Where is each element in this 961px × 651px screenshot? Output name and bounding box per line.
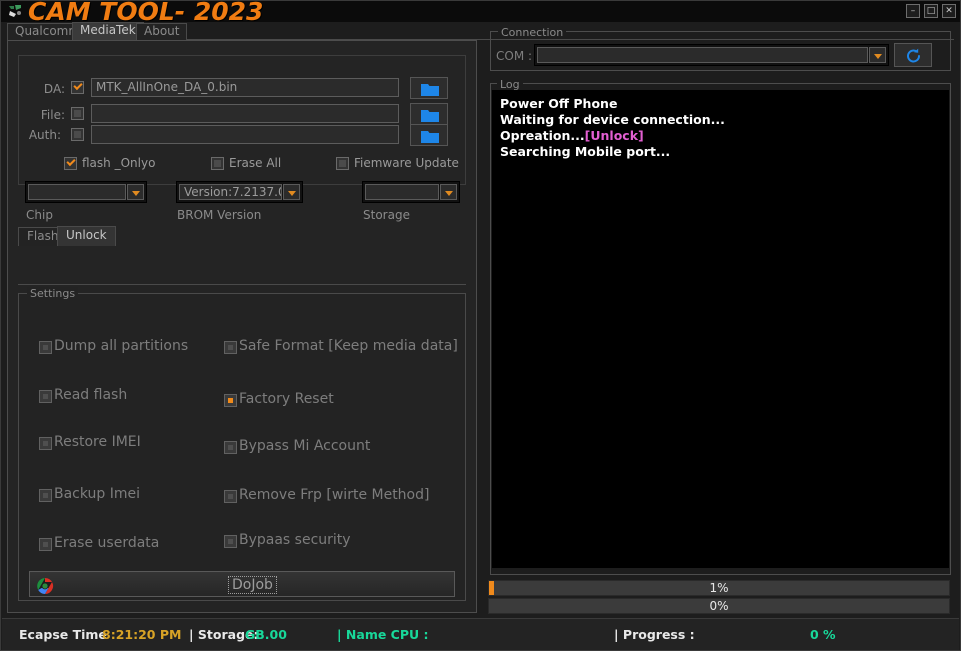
log-line-text: Power Off Phone — [500, 96, 617, 111]
folder-icon — [421, 83, 439, 96]
file-label: File: — [31, 108, 65, 122]
progress-bar-secondary: 0% — [488, 598, 950, 614]
log-line-highlight: [Unlock] — [585, 128, 644, 143]
log-line: Opreation...[Unlock] — [500, 128, 941, 144]
chip-label: Chip — [26, 208, 53, 222]
log-line: Power Off Phone — [500, 96, 941, 112]
erase-all-checkbox[interactable] — [211, 157, 224, 170]
file-path-input[interactable] — [91, 104, 399, 123]
connection-group-label: Connection — [498, 26, 566, 39]
status-bar: Ecapse Time 8:21:20 PM | Storage: GB.00 … — [2, 618, 959, 650]
erase-all-label: Erase All — [229, 156, 281, 170]
close-button[interactable]: ✕ — [942, 4, 956, 18]
left-panel: DA: MTK_AllInOne_DA_0.bin File: Auth: — [7, 40, 477, 613]
radio-remove-frp[interactable] — [224, 490, 237, 503]
option-label: Safe Format [Keep media data] — [239, 338, 458, 354]
option-label: Erase userdata — [54, 535, 159, 551]
refresh-ports-button[interactable] — [894, 43, 932, 67]
window-controls: – □ ✕ — [906, 4, 956, 18]
com-port-value — [537, 47, 868, 63]
dojob-button[interactable]: DoJob — [29, 571, 455, 597]
chevron-down-icon — [869, 47, 886, 63]
log-line-text: Waiting for device connection... — [500, 112, 725, 127]
folder-icon — [421, 130, 439, 143]
option-label: Factory Reset — [239, 391, 334, 407]
cpu-name-label: | Name CPU : — [337, 627, 429, 642]
progress-bar-primary-text: 1% — [489, 581, 949, 595]
option-label: Bypaas security — [239, 532, 351, 548]
radio-bypass-security[interactable] — [224, 535, 237, 548]
dojob-label: DoJob — [228, 576, 277, 594]
maximize-button[interactable]: □ — [924, 4, 938, 18]
chevron-down-icon — [283, 184, 300, 200]
log-line-text: Opreation... — [500, 128, 585, 143]
da-browse-button[interactable] — [410, 77, 448, 99]
auth-label: Auth: — [27, 128, 61, 142]
option-label: Remove Frp [wirte Method] — [239, 487, 429, 503]
elapsed-time-value: 8:21:20 PM — [102, 627, 181, 642]
option-label: Dump all partitions — [54, 338, 188, 354]
flash-only-checkbox[interactable] — [64, 157, 77, 170]
log-line: Searching Mobile port... — [500, 144, 941, 160]
storage-status-value: GB.00 — [245, 627, 287, 642]
progress-status-label: | Progress : — [614, 627, 695, 642]
auth-path-input[interactable] — [91, 125, 399, 144]
chrome-icon — [36, 577, 54, 595]
chevron-down-icon — [127, 184, 144, 200]
firmware-update-checkbox[interactable] — [336, 157, 349, 170]
log-line: Waiting for device connection... — [500, 112, 941, 128]
storage-select-value — [365, 184, 439, 200]
file-checkbox[interactable] — [71, 107, 84, 120]
inner-tab-underline — [18, 284, 466, 285]
tab-about[interactable]: About — [136, 23, 187, 40]
settings-group-label: Settings — [27, 287, 78, 300]
tab-mediatek[interactable]: MediaTek — [72, 22, 144, 40]
app-icon — [7, 3, 25, 20]
chip-select-value — [28, 184, 126, 200]
da-checkbox[interactable] — [71, 81, 84, 94]
storage-select[interactable] — [362, 181, 460, 203]
chevron-down-icon — [440, 184, 457, 200]
radio-restore-imei[interactable] — [39, 437, 52, 450]
radio-erase-userdata[interactable] — [39, 538, 52, 551]
tab-unlock[interactable]: Unlock — [57, 226, 116, 246]
option-label: Backup Imei — [54, 486, 140, 502]
elapsed-time-label: Ecapse Time — [19, 627, 107, 642]
da-path-input[interactable]: MTK_AllInOne_DA_0.bin — [91, 78, 399, 97]
radio-backup-imei[interactable] — [39, 489, 52, 502]
radio-read-flash[interactable] — [39, 390, 52, 403]
progress-bar-primary: 1% — [488, 580, 950, 596]
file-browse-button[interactable] — [410, 103, 448, 125]
firmware-update-label: Fiemware Update — [354, 156, 459, 170]
refresh-icon — [905, 48, 923, 64]
option-label: Restore IMEI — [54, 434, 141, 450]
chip-select[interactable] — [25, 181, 147, 203]
auth-browse-button[interactable] — [410, 124, 448, 146]
com-port-select[interactable] — [534, 44, 889, 66]
storage-label: Storage — [363, 208, 410, 222]
folder-icon — [421, 109, 439, 122]
radio-dump-all-partitions[interactable] — [39, 341, 52, 354]
progress-status-value: 0 % — [810, 627, 836, 642]
log-output[interactable]: Power Off Phone Waiting for device conne… — [492, 90, 949, 568]
progress-bar-secondary-text: 0% — [489, 599, 949, 613]
minimize-button[interactable]: – — [906, 4, 920, 18]
option-label: Read flash — [54, 387, 127, 403]
da-label: DA: — [31, 82, 65, 96]
option-label: Bypass Mi Account — [239, 438, 370, 454]
log-line-text: Searching Mobile port... — [500, 144, 670, 159]
radio-safe-format[interactable] — [224, 341, 237, 354]
brom-version-label: BROM Version — [177, 208, 261, 222]
auth-checkbox[interactable] — [71, 128, 84, 141]
title-bar: CAM TOOL- 2023 – □ ✕ — [1, 1, 960, 22]
flash-only-label: flash _Onlyo — [82, 156, 155, 170]
radio-factory-reset[interactable] — [224, 394, 237, 407]
brom-version-select[interactable]: Version:7.2137.00 — [176, 181, 303, 203]
settings-group: Settings Dump all partitions Read flash … — [18, 293, 466, 601]
application-window: CAM TOOL- 2023 – □ ✕ Qualcomm MediaTek A… — [0, 0, 961, 651]
radio-bypass-mi-account[interactable] — [224, 441, 237, 454]
file-selection-group: DA: MTK_AllInOne_DA_0.bin File: Auth: — [18, 55, 466, 185]
com-label: COM : — [496, 49, 532, 63]
brom-version-value: Version:7.2137.00 — [179, 184, 282, 200]
